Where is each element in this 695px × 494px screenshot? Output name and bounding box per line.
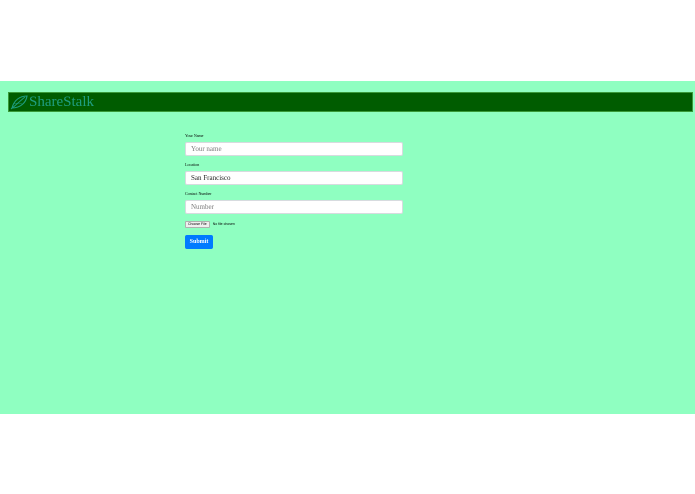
app-container: ShareStalk Your Name Location Contact Nu… [0,81,695,414]
contact-group: Contact Number [185,191,403,214]
share-form: Your Name Location Contact Number Choose… [185,133,403,249]
submit-button[interactable]: Submit [185,235,213,249]
name-label: Your Name [185,133,204,138]
leaf-icon [10,94,28,110]
choose-file-button[interactable]: Choose File [185,220,210,228]
location-input[interactable] [185,171,403,185]
file-status: No file chosen [212,222,235,226]
contact-number-input[interactable] [185,200,403,214]
brand-link[interactable]: ShareStalk [10,93,94,111]
name-input[interactable] [185,142,403,156]
file-upload: Choose File No file chosen [185,220,403,228]
location-group: Location [185,162,403,185]
name-group: Your Name [185,133,403,156]
location-label: Location [185,162,200,167]
brand-name: ShareStalk [29,94,94,110]
contact-label: Contact Number [185,191,212,196]
navbar: ShareStalk [8,92,693,112]
